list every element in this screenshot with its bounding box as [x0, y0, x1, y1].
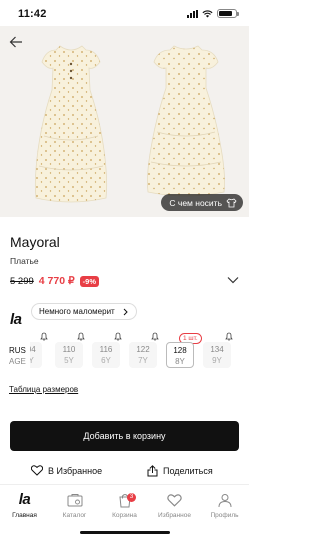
tab-home[interactable]: la Главная [2, 491, 47, 519]
bell-icon [77, 332, 85, 341]
back-arrow-icon [9, 36, 22, 48]
la-logo: la [10, 311, 22, 328]
size-age: 9Y [212, 356, 222, 365]
signal-icon [187, 9, 198, 18]
size-option[interactable]: 134 9Y [203, 342, 231, 368]
new-price: 4 770 ₽ [38, 275, 75, 287]
size-option[interactable]: 122 7Y [129, 342, 157, 368]
size-age: 5Y [64, 356, 74, 365]
size-option[interactable]: 116 6Y [92, 342, 120, 368]
size-rus: 110 [62, 345, 76, 354]
size-rus: 128 [173, 346, 187, 355]
home-indicator [80, 531, 170, 534]
catalog-icon [67, 493, 82, 506]
fit-info-button[interactable]: Немного маломерит [31, 303, 137, 320]
size-option-selected[interactable]: 128 8Y [166, 342, 194, 368]
size-label-rus: RUS [9, 346, 26, 355]
brand-name[interactable]: Mayoral [10, 234, 60, 250]
product-category: Платье [10, 256, 39, 266]
tab-label: Избранное [158, 512, 191, 519]
tab-profile[interactable]: Профиль [202, 491, 247, 519]
size-age: 6Y [101, 356, 111, 365]
size-rus: 116 [99, 345, 113, 354]
profile-icon [218, 493, 231, 507]
tab-label: Каталог [62, 512, 87, 519]
heart-icon [31, 465, 43, 476]
add-to-cart-button[interactable]: Добавить в корзину [10, 421, 239, 451]
size-rus: 122 [136, 345, 150, 354]
discount-badge: -9% [79, 275, 99, 287]
tab-catalog[interactable]: Каталог [52, 491, 97, 519]
battery-icon [217, 9, 239, 18]
add-to-favorites-button[interactable]: В Избранное [31, 465, 102, 476]
share-button[interactable]: Поделиться [147, 465, 213, 477]
bell-icon [40, 332, 48, 341]
share-icon [147, 465, 158, 477]
product-image-back [147, 45, 225, 197]
chevron-down-icon[interactable] [227, 276, 239, 284]
tab-favorites[interactable]: Избранное [152, 491, 197, 519]
size-age: 4Y [30, 356, 34, 365]
tab-label: Главная [12, 512, 37, 519]
back-button[interactable] [6, 32, 26, 52]
tab-cart[interactable]: 3 Корзина [102, 491, 147, 519]
home-logo-icon: la [18, 491, 31, 508]
product-image-front [34, 45, 108, 203]
status-icons [187, 9, 239, 18]
size-rus: 134 [210, 345, 224, 354]
status-bar: 11:42 [0, 0, 249, 26]
bell-icon [225, 332, 233, 341]
status-time: 11:42 [18, 8, 47, 20]
size-option[interactable]: 110 5Y [55, 342, 83, 368]
outfit-icon [226, 197, 237, 207]
price-row: 5 299 4 770 ₽ -9% [10, 275, 99, 287]
try-on-button[interactable]: С чем носить [161, 194, 243, 211]
try-on-label: С чем носить [169, 197, 222, 208]
size-age: 7Y [138, 356, 148, 365]
old-price: 5 299 [10, 275, 34, 287]
size-table-link[interactable]: Таблица размеров [9, 385, 78, 394]
tab-label: Корзина [112, 512, 137, 519]
heart-icon [167, 493, 182, 507]
favorites-label: В Избранное [48, 465, 103, 476]
size-age: 8Y [175, 357, 185, 366]
fit-label: Немного маломерит [39, 307, 115, 316]
size-option[interactable]: 104 4Y [30, 342, 42, 368]
size-label-age: AGE [9, 357, 26, 366]
chevron-right-icon [123, 308, 128, 315]
cart-count-badge: 3 [127, 493, 136, 502]
bell-icon [114, 332, 122, 341]
product-gallery[interactable]: С чем носить [0, 26, 249, 217]
bell-icon [151, 332, 159, 341]
tab-label: Профиль [210, 512, 239, 519]
wifi-icon [202, 9, 213, 18]
share-label: Поделиться [163, 466, 213, 476]
size-rus: 104 [30, 345, 36, 354]
